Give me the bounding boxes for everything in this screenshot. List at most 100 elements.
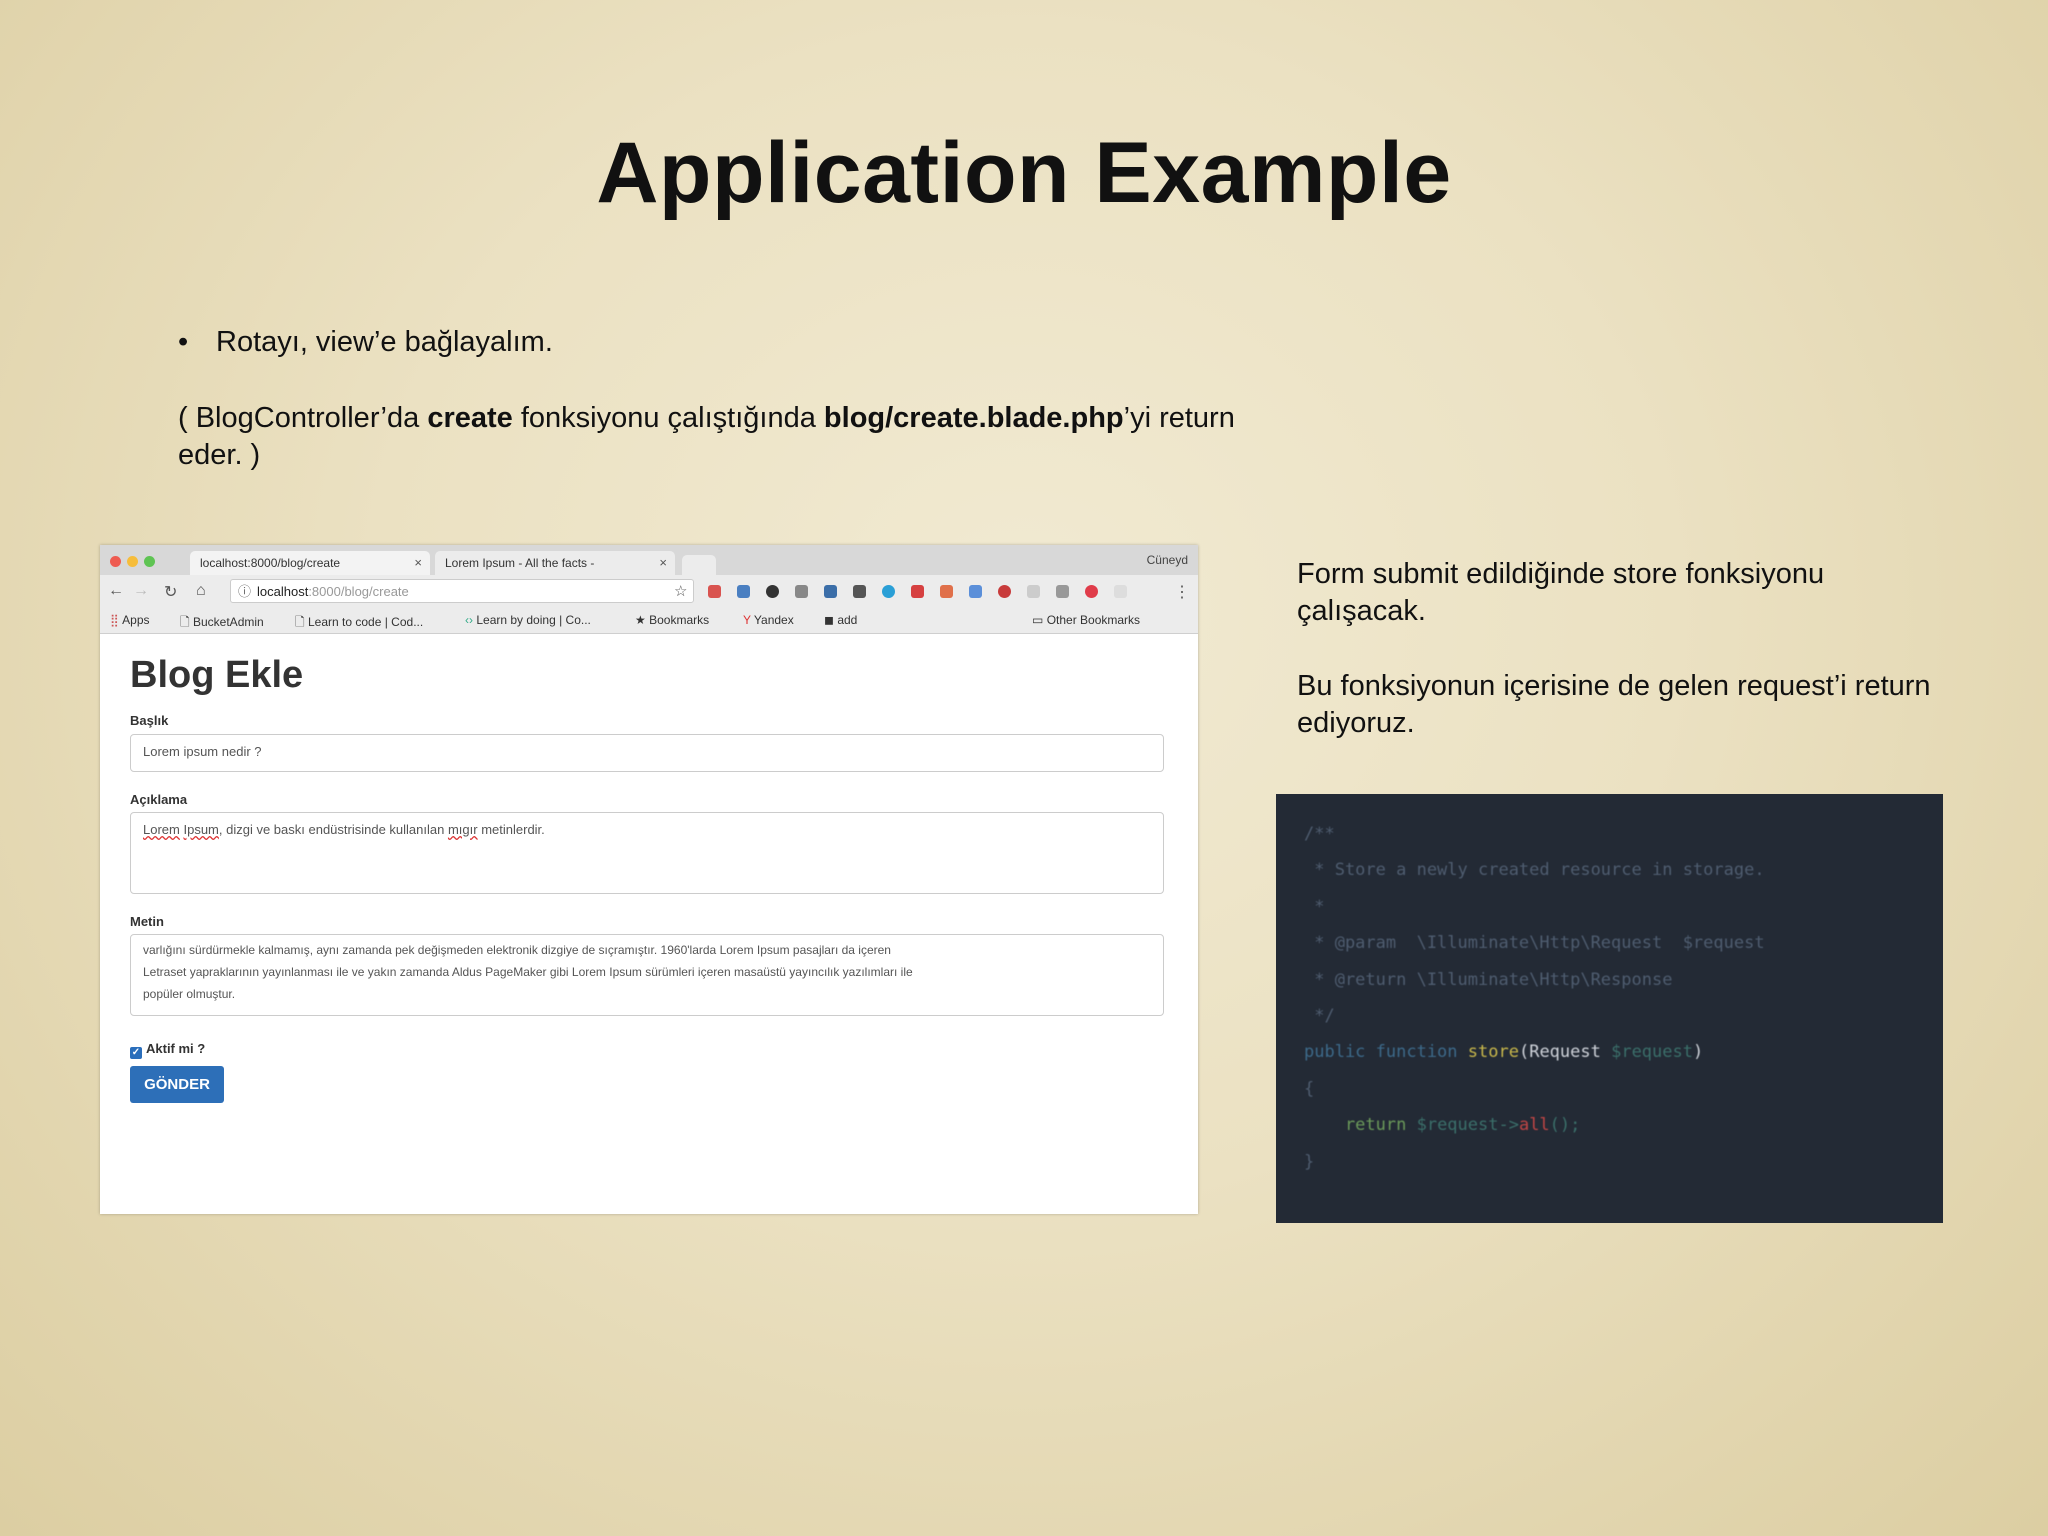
textarea-word: mıgır — [447, 822, 478, 837]
slide-title: Application Example — [596, 125, 1452, 221]
extension-icon[interactable] — [708, 585, 721, 598]
code-snippet: /** * Store a newly created resource in … — [1276, 794, 1943, 1223]
bookmark-learn-to-code[interactable]: 🗋 Learn to code | Cod... — [295, 613, 423, 634]
textarea-text: metinlerdir. — [477, 822, 545, 837]
tab-blog-create[interactable]: localhost:8000/blog/create × — [190, 551, 430, 575]
bookmark-star-icon[interactable]: ☆ — [674, 582, 687, 600]
baslik-input[interactable]: Lorem ipsum nedir ? — [130, 734, 1164, 772]
note-text-1: ( BlogController’da — [178, 402, 428, 434]
textarea-text: , dizgi ve baskı endüstrisinde kullanıla… — [218, 822, 448, 837]
info-icon[interactable]: ⓘ — [238, 580, 251, 604]
star-icon: ★ — [635, 613, 646, 627]
gonder-button[interactable]: GÖNDER — [130, 1066, 224, 1103]
extension-icon[interactable] — [1085, 585, 1098, 598]
side-text-request: Bu fonksiyonun içerisine de gelen reques… — [1297, 670, 1931, 739]
code-method: all — [1518, 1115, 1550, 1136]
apps-grid-icon: ⣿ — [110, 613, 119, 627]
page-icon: 🗋 — [180, 615, 190, 629]
extension-icon[interactable] — [1056, 585, 1069, 598]
bookmark-bookmarks[interactable]: ★ Bookmarks — [635, 613, 709, 627]
url-path: :8000/blog/create — [308, 584, 409, 599]
other-bookmarks[interactable]: ▭ Other Bookmarks — [1032, 613, 1140, 627]
extension-icon[interactable] — [969, 585, 982, 598]
page-content: Blog Ekle Başlık Lorem ipsum nedir ? Açı… — [100, 634, 1198, 1214]
bookmark-label: BucketAdmin — [193, 615, 264, 629]
address-bar[interactable]: ⓘ localhost:8000/blog/create — [230, 579, 694, 603]
bookmark-apps[interactable]: ⣿ Apps — [110, 613, 150, 627]
extension-icon[interactable] — [766, 585, 779, 598]
code-line: } — [1304, 1151, 1315, 1172]
browser-window: localhost:8000/blog/create × Lorem Ipsum… — [100, 545, 1198, 1214]
bookmark-yandex[interactable]: Y Yandex — [743, 613, 794, 627]
code-function-name: store — [1467, 1042, 1519, 1063]
bookmark-label: Learn by doing | Co... — [476, 613, 591, 627]
textarea-word: Ipsum — [183, 822, 219, 837]
maximize-window-icon[interactable] — [144, 556, 155, 567]
tab-bar: localhost:8000/blog/create × Lorem Ipsum… — [100, 545, 1198, 575]
bookmark-add[interactable]: ◼ add — [824, 613, 857, 627]
folder-icon: ▭ — [1032, 613, 1044, 627]
code-line: * Store a newly created resource in stor… — [1304, 860, 1765, 881]
textarea-word: Lorem — [143, 822, 180, 837]
metin-label: Metin — [130, 914, 164, 929]
bookmark-learn-by-doing[interactable]: ‹› Learn by doing | Co... — [465, 613, 591, 627]
folder-extension-icon[interactable] — [737, 585, 750, 598]
extension-icon[interactable] — [795, 585, 808, 598]
extension-icon[interactable] — [882, 585, 895, 598]
code-type: Request — [1529, 1042, 1612, 1063]
code-paren: ) — [1692, 1042, 1704, 1063]
metin-line: Letraset yapraklarının yayınlanması ile … — [143, 965, 913, 979]
tab-label: localhost:8000/blog/create — [200, 556, 341, 570]
forward-icon[interactable]: → — [133, 582, 149, 600]
extension-icon[interactable] — [853, 585, 866, 598]
bookmark-label: Yandex — [753, 613, 794, 627]
aktif-checkbox[interactable]: ✓ Aktif mi ? — [130, 1041, 205, 1059]
reload-icon[interactable]: ↻ — [164, 582, 177, 602]
extension-icon[interactable] — [998, 585, 1011, 598]
extension-icon[interactable] — [1114, 585, 1127, 598]
code-paren: (); — [1549, 1115, 1581, 1136]
checkbox-checked-icon[interactable]: ✓ — [130, 1047, 142, 1059]
aciklama-label: Açıklama — [130, 792, 188, 807]
menu-icon[interactable]: ⋮ — [1174, 582, 1190, 602]
bullet-text: Rotayı, view’e bağlayalım. — [216, 326, 553, 358]
tab-lorem-ipsum[interactable]: Lorem Ipsum - All the facts - × — [435, 551, 675, 575]
code-line: * @return \Illuminate\Http\Response — [1304, 969, 1673, 990]
close-window-icon[interactable] — [110, 556, 121, 567]
note-bold-file: blog/create.blade.php — [823, 402, 1124, 434]
bookmark-label: Other Bookmarks — [1046, 613, 1141, 627]
metin-textarea[interactable]: varlığını sürdürmekle kalmamış, aynı zam… — [130, 934, 1164, 1016]
minimize-window-icon[interactable] — [127, 556, 138, 567]
tab-close-icon[interactable]: × — [659, 551, 667, 575]
code-line: */ — [1304, 1005, 1335, 1026]
code-keyword: public function — [1304, 1042, 1468, 1063]
browser-toolbar: ← → ↻ ⌂ ⓘ localhost:8000/blog/create ☆ ⋮ — [100, 575, 1198, 607]
code-line: * — [1304, 896, 1325, 917]
side-text-submit: Form submit edildiğinde store fonksiyonu… — [1297, 558, 1825, 627]
explanation-note: ( BlogController’da create fonksiyonu ça… — [178, 400, 1258, 474]
tab-label: Lorem Ipsum - All the facts - — [445, 556, 595, 570]
add-icon: ◼ — [824, 613, 834, 627]
code-line-signature: public function store(Request $request) — [1304, 1034, 1915, 1070]
profile-name[interactable]: Cüneyd — [1147, 553, 1188, 567]
note-bold-create: create — [427, 402, 513, 434]
url-host: localhost — [257, 584, 309, 599]
back-icon[interactable]: ← — [108, 582, 124, 600]
bullet-point: • Rotayı, view’e bağlayalım. — [178, 326, 553, 359]
extension-icon[interactable] — [940, 585, 953, 598]
extension-icon[interactable] — [911, 585, 924, 598]
code-line: * @param \Illuminate\Http\Request $reque… — [1304, 933, 1765, 954]
home-icon[interactable]: ⌂ — [196, 582, 206, 600]
extension-icon[interactable] — [824, 585, 837, 598]
page-title: Blog Ekle — [130, 654, 304, 696]
extension-icon[interactable] — [1027, 585, 1040, 598]
code-icon: ‹› — [465, 613, 473, 627]
tab-close-icon[interactable]: × — [414, 551, 422, 575]
metin-line: varlığını sürdürmekle kalmamış, aynı zam… — [143, 943, 891, 957]
note-text-2: fonksiyonu çalıştığında — [512, 402, 824, 434]
aciklama-textarea[interactable]: Lorem Ipsum, dizgi ve baskı endüstrisind… — [130, 812, 1164, 894]
new-tab-button[interactable] — [682, 555, 716, 575]
bookmark-bucketadmin[interactable]: 🗋 BucketAdmin — [180, 613, 264, 634]
bookmark-label: add — [837, 613, 858, 627]
code-variable: $request — [1611, 1042, 1693, 1063]
